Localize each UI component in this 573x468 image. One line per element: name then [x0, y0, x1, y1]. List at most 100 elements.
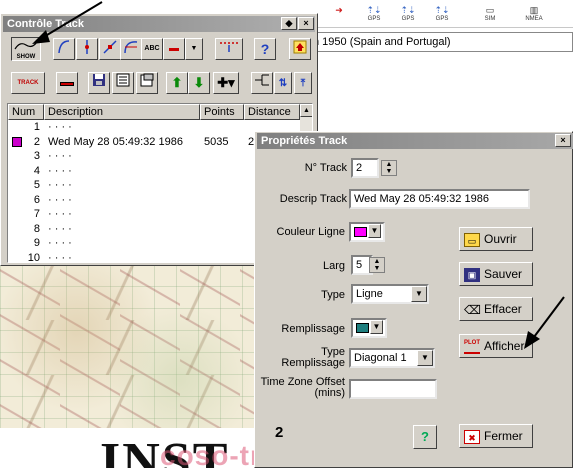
column-header-num[interactable]: Num: [8, 104, 44, 120]
row-num: 8: [33, 222, 40, 235]
row-description: · · · ·: [48, 164, 72, 177]
line-color-picker[interactable]: ▼: [349, 222, 385, 242]
minus-icon: [60, 81, 74, 86]
row-description: · · · ·: [48, 222, 72, 235]
marker-icon: [169, 48, 179, 52]
close-icon[interactable]: ×: [555, 134, 571, 147]
erase-button[interactable]: ⌫ Effacer: [459, 297, 533, 321]
row-description: · · · ·: [48, 193, 72, 206]
column-header-distance[interactable]: Distance: [244, 104, 300, 120]
save-button[interactable]: ▣ Sauver: [459, 262, 533, 286]
chevron-down-icon[interactable]: ▼: [417, 350, 433, 366]
gps-tool-button-2[interactable]: ⇡⇣ GPS: [396, 4, 420, 26]
plot-button[interactable]: PLOT Afficher: [459, 334, 533, 358]
fill-label: Remplissage: [281, 323, 345, 335]
row-num: 10: [27, 251, 40, 263]
waypoint-tool-icon[interactable]: ➜: [328, 4, 350, 26]
track-number-spinner[interactable]: ▲ ▼: [381, 160, 397, 176]
move-point-icon: [103, 40, 117, 54]
track-properties-dialog: Propriétés Track × N° Track 2 ▲ ▼ Descrip…: [254, 131, 573, 468]
type-label: Type: [321, 289, 345, 301]
open-button[interactable]: ▭ Ouvrir: [459, 227, 533, 251]
width-spinner[interactable]: ▲ ▼: [369, 257, 385, 273]
minimize-icon[interactable]: ◆: [281, 17, 297, 30]
row-num: 2: [33, 135, 40, 148]
row-description: · · · ·: [48, 208, 72, 220]
eraser-icon: ⌫: [464, 302, 481, 317]
track-mode-button[interactable]: TRACK: [11, 72, 45, 94]
marker-dropdown-button[interactable]: ▼: [185, 38, 203, 60]
track-control-titlebar[interactable]: Contrôle Track ◆ ×: [3, 16, 315, 32]
nmea-tool-button[interactable]: ▥ NMEA: [520, 4, 548, 26]
vertical-split-icon: [85, 40, 89, 54]
close-label: Fermer: [484, 429, 523, 443]
width-label: Larg: [322, 260, 345, 272]
track-color-swatch: [12, 136, 22, 147]
description-field[interactable]: Wed May 28 05:49:32 1986: [349, 189, 530, 209]
description-label: Descrip Track: [279, 193, 347, 205]
insert-point-button[interactable]: [76, 38, 98, 60]
row-description: Wed May 28 05:49:32 1986: [48, 135, 183, 148]
gps-tool-button-3[interactable]: ⇡⇣ GPS: [430, 4, 454, 26]
fill-type-label: Type Remplissage: [281, 346, 345, 369]
sort-top-button[interactable]: ⤒: [294, 72, 312, 94]
datum-display: h 1950 (Spain and Portugal): [308, 32, 573, 52]
add-track-button[interactable]: ✚▾: [213, 72, 239, 94]
list-icon: [116, 73, 130, 87]
row-num: 6: [33, 193, 40, 206]
help-button[interactable]: ?: [254, 38, 276, 60]
delete-track-button[interactable]: [56, 72, 78, 94]
fill-color-picker[interactable]: ▼: [351, 318, 387, 338]
line-color-swatch: [354, 227, 367, 237]
track-properties-titlebar[interactable]: Propriétés Track: [257, 133, 573, 149]
map-view[interactable]: [0, 265, 256, 428]
row-num: 1: [33, 121, 40, 133]
row-description: · · · ·: [48, 237, 72, 249]
chevron-down-icon[interactable]: ▼: [411, 286, 427, 302]
sort-button[interactable]: ⇅: [274, 72, 292, 94]
help-button[interactable]: ?: [413, 425, 437, 449]
save-label: Sauver: [484, 267, 523, 281]
marker-button[interactable]: [163, 38, 185, 60]
edit-curve-button[interactable]: [120, 38, 142, 60]
timezone-field[interactable]: [349, 379, 437, 399]
track-segment-button[interactable]: [215, 38, 243, 60]
scroll-up-icon[interactable]: ▲: [300, 104, 312, 117]
sim-tool-button[interactable]: ▭ SIM: [478, 4, 502, 26]
close-icon[interactable]: ×: [298, 17, 314, 30]
list-button[interactable]: [112, 72, 134, 94]
split-track-button[interactable]: [251, 72, 273, 94]
background-toolbar: ➜ ⇡⇣ GPS ⇡⇣ GPS ⇡⇣ GPS ▭ SIM ▥ NMEA: [300, 0, 573, 28]
upload-icon: [293, 40, 307, 54]
track-number-field[interactable]: 2: [351, 158, 379, 178]
track-line-icon: [14, 41, 38, 50]
plot-label: Afficher: [484, 339, 525, 353]
chevron-down-icon[interactable]: ▼: [368, 224, 381, 238]
show-track-button[interactable]: SHOW: [11, 37, 41, 61]
sim-tool-label: SIM: [484, 16, 496, 22]
row-description: · · · ·: [48, 251, 72, 263]
draw-track-button[interactable]: [53, 38, 75, 60]
chevron-down-icon[interactable]: ▼: [370, 320, 383, 334]
export-button[interactable]: [289, 38, 311, 60]
fill-color-swatch: [356, 323, 369, 333]
row-num: 4: [33, 164, 40, 177]
properties-button[interactable]: [136, 72, 158, 94]
column-header-description[interactable]: Description: [44, 104, 200, 120]
up-arrow-icon: ⬆: [171, 75, 183, 90]
gps-tool-label: GPS: [367, 16, 381, 22]
move-up-button[interactable]: ⬆: [166, 72, 188, 94]
move-down-button[interactable]: ⬇: [188, 72, 210, 94]
close-button[interactable]: ✖ Fermer: [459, 424, 533, 448]
row-num: 3: [33, 150, 40, 162]
track-list-header: Num Description Points Distance: [8, 104, 300, 120]
move-point-button[interactable]: [99, 38, 121, 60]
column-header-points[interactable]: Points: [200, 104, 244, 120]
gps-tool-label: GPS: [401, 16, 415, 22]
line-color-label: Couleur Ligne: [276, 226, 346, 238]
save-track-button[interactable]: [88, 72, 110, 94]
track-index: 2: [275, 424, 284, 441]
gps-tool-button-1[interactable]: ⇡⇣ GPS: [362, 4, 386, 26]
label-button[interactable]: ABC: [141, 38, 163, 60]
row-num: 9: [33, 237, 40, 249]
